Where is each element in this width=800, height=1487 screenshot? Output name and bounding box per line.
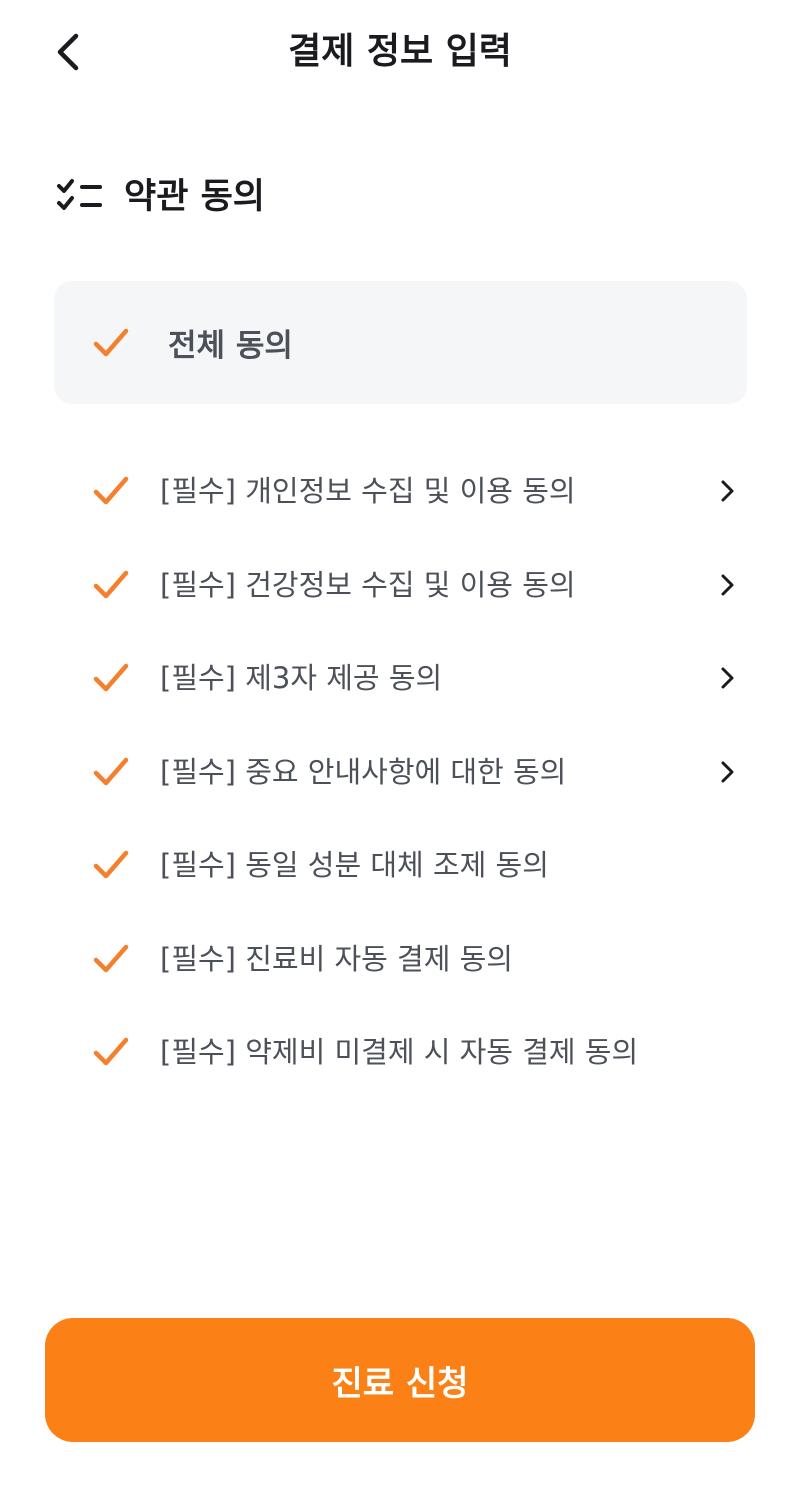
check-icon — [93, 476, 129, 505]
check-icon — [93, 328, 129, 356]
terms-section-header: 약관 동의 — [56, 170, 265, 224]
check-icon — [93, 757, 129, 785]
term-label: [필수] 중요 안내사항에 대한 동의 — [160, 754, 567, 789]
term-item-health-info[interactable]: [필수] 건강정보 수집 및 이용 동의 — [0, 538, 800, 632]
check-icon — [93, 1037, 129, 1066]
term-label: [필수] 진료비 자동 결제 동의 — [160, 941, 513, 976]
term-item-third-party[interactable]: [필수] 제3자 제공 동의 — [0, 631, 800, 725]
agree-all-label: 전체 동의 — [168, 328, 293, 364]
chevron-right-icon[interactable] — [714, 757, 742, 787]
page-title: 결제 정보 입력 — [288, 31, 512, 72]
section-title: 약관 동의 — [124, 177, 265, 217]
check-icon — [93, 663, 129, 692]
check-icon — [93, 944, 129, 972]
check-icon — [93, 570, 129, 598]
chevron-right-icon[interactable] — [714, 663, 742, 693]
term-label: [필수] 건강정보 수집 및 이용 동의 — [160, 567, 576, 602]
term-item-auto-payment[interactable]: [필수] 진료비 자동 결제 동의 — [0, 912, 800, 1006]
check-icon — [93, 850, 129, 879]
chevron-right-icon[interactable] — [714, 570, 742, 600]
term-label: [필수] 약제비 미결제 시 자동 결제 동의 — [160, 1035, 639, 1069]
term-item-important-notice[interactable]: [필수] 중요 안내사항에 대한 동의 — [0, 725, 800, 819]
top-bar: 결제 정보 입력 — [0, 0, 800, 104]
term-label: [필수] 제3자 제공 동의 — [160, 661, 443, 695]
term-item-privacy[interactable]: [필수] 개인정보 수집 및 이용 동의 — [0, 444, 800, 538]
term-item-unpaid-auto-payment[interactable]: [필수] 약제비 미결제 시 자동 결제 동의 — [0, 1005, 800, 1099]
checklist-icon — [56, 177, 104, 217]
term-label: [필수] 동일 성분 대체 조제 동의 — [160, 848, 549, 882]
terms-list: [필수] 개인정보 수집 및 이용 동의 [필수] 건강정보 수집 및 이용 동… — [0, 444, 800, 1099]
term-item-substitute-dispensing[interactable]: [필수] 동일 성분 대체 조제 동의 — [0, 818, 800, 912]
submit-consultation-button[interactable]: 진료 신청 — [45, 1318, 755, 1442]
chevron-right-icon[interactable] — [714, 476, 742, 506]
term-label: [필수] 개인정보 수집 및 이용 동의 — [160, 474, 576, 508]
agree-all-checkbox[interactable]: 전체 동의 — [54, 281, 747, 404]
